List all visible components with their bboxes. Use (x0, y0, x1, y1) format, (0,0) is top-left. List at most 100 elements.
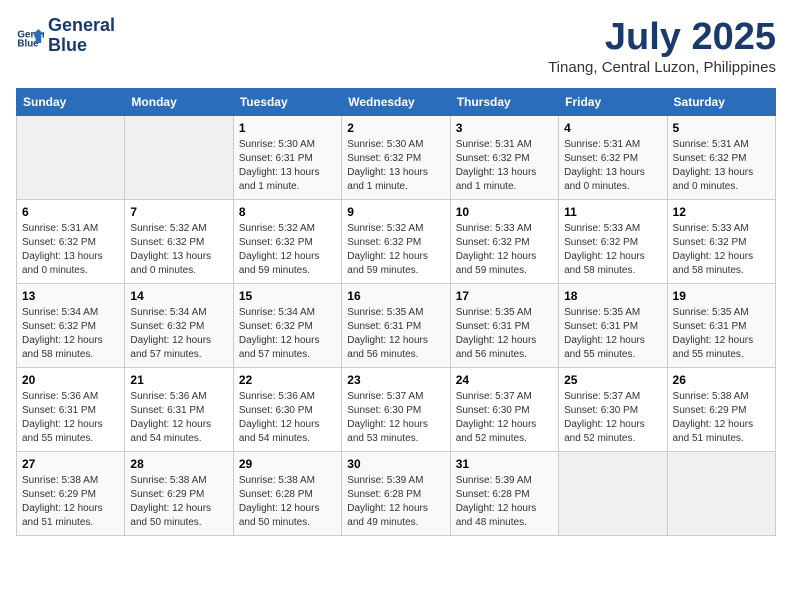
page-title: July 2025 (548, 16, 776, 59)
day-number: 3 (456, 121, 553, 135)
day-number: 5 (673, 121, 770, 135)
day-number: 1 (239, 121, 336, 135)
day-number: 16 (347, 289, 444, 303)
calendar-cell: 10Sunrise: 5:33 AM Sunset: 6:32 PM Dayli… (450, 200, 558, 284)
calendar-cell: 16 Sunrise: 5:35 AM Sunset: 6:31 PM Dayli… (342, 284, 450, 368)
day-info: Sunrise: 5:36 AM Sunset: 6:30 PM Dayligh… (239, 390, 336, 446)
weekday-header: Friday (559, 89, 667, 116)
calendar-cell: 20Sunrise: 5:36 AM Sunset: 6:31 PM Dayli… (17, 368, 125, 452)
day-number: 31 (456, 457, 553, 471)
day-info: Sunrise: 5:39 AM Sunset: 6:28 PM Dayligh… (456, 474, 553, 530)
day-info: Sunrise: 5:31 AM Sunset: 6:32 PM Dayligh… (564, 138, 661, 194)
calendar-table: SundayMondayTuesdayWednesdayThursdayFrid… (16, 88, 776, 536)
weekday-header: Saturday (667, 89, 775, 116)
weekday-header: Tuesday (233, 89, 341, 116)
calendar-cell: 3 Sunrise: 5:31 AM Sunset: 6:32 PM Daylig… (450, 116, 558, 200)
calendar-week-row: 13 Sunrise: 5:34 AM Sunset: 6:32 PM Dayli… (17, 284, 776, 368)
calendar-cell: 14 Sunrise: 5:34 AM Sunset: 6:32 PM Dayli… (125, 284, 233, 368)
calendar-cell: 27Sunrise: 5:38 AM Sunset: 6:29 PM Dayli… (17, 452, 125, 536)
calendar-cell: 12Sunrise: 5:33 AM Sunset: 6:32 PM Dayli… (667, 200, 775, 284)
day-number: 22 (239, 373, 336, 387)
title-area: July 2025 Tinang, Central Luzon, Philipp… (548, 16, 776, 76)
day-info: Sunrise: 5:37 AM Sunset: 6:30 PM Dayligh… (456, 390, 553, 446)
day-info: Sunrise: 5:39 AM Sunset: 6:28 PM Dayligh… (347, 474, 444, 530)
day-number: 2 (347, 121, 444, 135)
day-number: 20 (22, 373, 119, 387)
calendar-cell: 26 Sunrise: 5:38 AM Sunset: 6:29 PM Dayli… (667, 368, 775, 452)
weekday-header: Thursday (450, 89, 558, 116)
calendar-cell: 18 Sunrise: 5:35 AM Sunset: 6:31 PM Dayli… (559, 284, 667, 368)
calendar-cell: 28 Sunrise: 5:38 AM Sunset: 6:29 PM Dayli… (125, 452, 233, 536)
day-number: 23 (347, 373, 444, 387)
day-number: 13 (22, 289, 119, 303)
calendar-cell: 22 Sunrise: 5:36 AM Sunset: 6:30 PM Dayli… (233, 368, 341, 452)
day-number: 28 (130, 457, 227, 471)
day-info: Sunrise: 5:32 AM Sunset: 6:32 PM Dayligh… (239, 222, 336, 278)
day-info: Sunrise: 5:31 AM Sunset: 6:32 PM Dayligh… (456, 138, 553, 194)
day-info: Sunrise: 5:31 AM Sunset: 6:32 PM Dayligh… (673, 138, 770, 194)
calendar-cell (559, 452, 667, 536)
calendar-cell: 4 Sunrise: 5:31 AM Sunset: 6:32 PM Daylig… (559, 116, 667, 200)
day-info: Sunrise: 5:33 AM Sunset: 6:32 PM Dayligh… (673, 222, 770, 278)
day-number: 27 (22, 457, 119, 471)
calendar-cell: 25Sunrise: 5:37 AM Sunset: 6:30 PM Dayli… (559, 368, 667, 452)
day-number: 10 (456, 205, 553, 219)
calendar-cell: 17Sunrise: 5:35 AM Sunset: 6:31 PM Dayli… (450, 284, 558, 368)
calendar-week-row: 6 Sunrise: 5:31 AM Sunset: 6:32 PM Daylig… (17, 200, 776, 284)
day-number: 9 (347, 205, 444, 219)
header: General Blue General Blue July 2025 Tina… (16, 16, 776, 76)
calendar-week-row: 27 Sunrise: 5:38 AM Sunset: 6:29 PM Dayli… (17, 452, 776, 536)
calendar-cell: 6 Sunrise: 5:31 AM Sunset: 6:32 PM Daylig… (17, 200, 125, 284)
day-info: Sunrise: 5:35 AM Sunset: 6:31 PM Dayligh… (456, 306, 553, 362)
day-number: 7 (130, 205, 227, 219)
day-info: Sunrise: 5:37 AM Sunset: 6:30 PM Dayligh… (347, 390, 444, 446)
weekday-header: Wednesday (342, 89, 450, 116)
day-info: Sunrise: 5:38 AM Sunset: 6:29 PM Dayligh… (130, 474, 227, 530)
calendar-cell (17, 116, 125, 200)
calendar-cell: 9Sunrise: 5:32 AM Sunset: 6:32 PM Daylig… (342, 200, 450, 284)
day-number: 11 (564, 205, 661, 219)
calendar-cell (667, 452, 775, 536)
day-number: 29 (239, 457, 336, 471)
day-number: 30 (347, 457, 444, 471)
day-info: Sunrise: 5:35 AM Sunset: 6:31 PM Dayligh… (347, 306, 444, 362)
day-info: Sunrise: 5:34 AM Sunset: 6:32 PM Dayligh… (239, 306, 336, 362)
day-info: Sunrise: 5:38 AM Sunset: 6:29 PM Dayligh… (673, 390, 770, 446)
day-number: 8 (239, 205, 336, 219)
logo: General Blue General Blue (16, 16, 115, 56)
day-info: Sunrise: 5:32 AM Sunset: 6:32 PM Dayligh… (130, 222, 227, 278)
day-number: 26 (673, 373, 770, 387)
calendar-cell: 1 Sunrise: 5:30 AM Sunset: 6:31 PM Daylig… (233, 116, 341, 200)
day-info: Sunrise: 5:30 AM Sunset: 6:31 PM Dayligh… (239, 138, 336, 194)
calendar-cell: 2 Sunrise: 5:30 AM Sunset: 6:32 PM Daylig… (342, 116, 450, 200)
calendar-cell (125, 116, 233, 200)
calendar-cell: 21Sunrise: 5:36 AM Sunset: 6:31 PM Dayli… (125, 368, 233, 452)
day-number: 4 (564, 121, 661, 135)
day-info: Sunrise: 5:34 AM Sunset: 6:32 PM Dayligh… (130, 306, 227, 362)
day-number: 24 (456, 373, 553, 387)
day-info: Sunrise: 5:30 AM Sunset: 6:32 PM Dayligh… (347, 138, 444, 194)
calendar-cell: 15 Sunrise: 5:34 AM Sunset: 6:32 PM Dayli… (233, 284, 341, 368)
calendar-cell: 24 Sunrise: 5:37 AM Sunset: 6:30 PM Dayli… (450, 368, 558, 452)
day-info: Sunrise: 5:34 AM Sunset: 6:32 PM Dayligh… (22, 306, 119, 362)
calendar-week-row: 20Sunrise: 5:36 AM Sunset: 6:31 PM Dayli… (17, 368, 776, 452)
calendar-cell: 31 Sunrise: 5:39 AM Sunset: 6:28 PM Dayli… (450, 452, 558, 536)
calendar-cell: 7 Sunrise: 5:32 AM Sunset: 6:32 PM Daylig… (125, 200, 233, 284)
day-info: Sunrise: 5:33 AM Sunset: 6:32 PM Dayligh… (564, 222, 661, 278)
calendar-cell: 8 Sunrise: 5:32 AM Sunset: 6:32 PM Daylig… (233, 200, 341, 284)
day-number: 21 (130, 373, 227, 387)
calendar-cell: 30 Sunrise: 5:39 AM Sunset: 6:28 PM Dayli… (342, 452, 450, 536)
day-info: Sunrise: 5:31 AM Sunset: 6:32 PM Dayligh… (22, 222, 119, 278)
day-number: 25 (564, 373, 661, 387)
calendar-week-row: 1 Sunrise: 5:30 AM Sunset: 6:31 PM Daylig… (17, 116, 776, 200)
day-info: Sunrise: 5:35 AM Sunset: 6:31 PM Dayligh… (564, 306, 661, 362)
weekday-header-row: SundayMondayTuesdayWednesdayThursdayFrid… (17, 89, 776, 116)
day-number: 15 (239, 289, 336, 303)
day-number: 14 (130, 289, 227, 303)
calendar-cell: 19Sunrise: 5:35 AM Sunset: 6:31 PM Dayli… (667, 284, 775, 368)
logo-icon: General Blue (16, 22, 44, 50)
calendar-cell: 11 Sunrise: 5:33 AM Sunset: 6:32 PM Dayli… (559, 200, 667, 284)
day-number: 6 (22, 205, 119, 219)
calendar-cell: 13 Sunrise: 5:34 AM Sunset: 6:32 PM Dayli… (17, 284, 125, 368)
day-number: 18 (564, 289, 661, 303)
